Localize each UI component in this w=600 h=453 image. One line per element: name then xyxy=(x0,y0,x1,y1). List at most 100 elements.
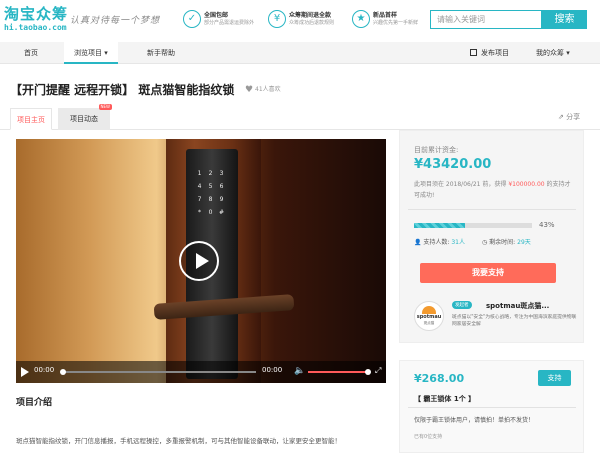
reward-price: ¥268.00 xyxy=(414,372,465,385)
search-button[interactable]: 搜索 xyxy=(542,10,587,29)
funding-panel: 目前累计资金: ¥43420.00 此项目须在 2018/06/21 前，获得 … xyxy=(399,130,584,343)
keypad-key: 4 xyxy=(197,183,202,190)
share-label: 分享 xyxy=(566,113,581,121)
logo-sub-text: hi.taobao.com xyxy=(4,23,67,32)
current-time: 00:00 xyxy=(34,366,55,374)
deadline-prefix: 此项目须在 2018/06/21 前，获得 xyxy=(414,181,507,188)
keypad-key: 6 xyxy=(219,183,224,190)
site-header: 淘宝众筹 hi.taobao.com 认真对待每一个梦想 ✓ 全国包邮 部分产品… xyxy=(0,0,600,40)
feature-desc: 部分产品需退运费除外 xyxy=(204,20,255,26)
main-nav: 首页 浏览项目 ▾ 新手帮助 发布项目 我的众筹 ▾ xyxy=(0,42,600,64)
remaining-count: 29天 xyxy=(517,239,531,246)
feature-desc: 兴趣优先第一手新鲜 xyxy=(373,20,419,26)
tab-project-home[interactable]: 项目主页 xyxy=(10,108,52,130)
heart-icon: ♥ xyxy=(245,85,254,95)
fullscreen-icon[interactable]: ⤢ xyxy=(375,366,381,376)
keypad-key: 2 xyxy=(208,170,213,177)
taobao-zhongchou-logo[interactable]: 淘宝众筹 hi.taobao.com xyxy=(4,6,68,33)
keypad-key: * xyxy=(198,209,201,216)
new-goods-icon: ★ xyxy=(352,10,370,28)
sponsor-desc: 斑点猫以"安全"为核心战略，专注为中国海滨家庭提供物联网家居安全解 xyxy=(452,315,577,327)
sponsor-logo-text: spotmau xyxy=(416,314,442,320)
tab-news-label: 项目动态 xyxy=(70,115,98,123)
reward-supporter-count: 已有0位支持 xyxy=(414,434,443,440)
user-icon: 👤 xyxy=(414,239,422,246)
nav-home[interactable]: 首页 xyxy=(24,42,38,64)
intro-title: 项目介绍 xyxy=(16,398,53,408)
keypad-key: 3 xyxy=(219,170,224,177)
shield-check-icon: ✓ xyxy=(183,10,201,28)
seek-handle[interactable] xyxy=(60,369,66,375)
feature-title: 全国包邮 xyxy=(204,12,229,19)
keypad-key: 9 xyxy=(219,196,224,203)
nav-my-zhongchou[interactable]: 我的众筹 ▾ xyxy=(536,42,570,64)
sponsor-badge: 发起者 xyxy=(452,301,472,309)
volume-icon[interactable]: 🔈 xyxy=(294,366,305,376)
intro-text: 斑点猫智能指纹锁，开门信息播报，手机远程操控，多重报警机制，可与其他智能设备联动… xyxy=(16,437,341,445)
supporters: 👤 支持人数: 31人 xyxy=(414,237,465,246)
tab-project-news[interactable]: 项目动态 NEW xyxy=(58,104,112,130)
raised-label: 目前累计资金: xyxy=(414,146,459,154)
lock-keypad: 1 2 3 4 5 6 7 8 9 * 0 # xyxy=(194,167,230,227)
support-button[interactable]: 我要支持 xyxy=(420,263,556,283)
edit-icon xyxy=(470,49,477,56)
keypad-key: # xyxy=(218,209,225,216)
reward-support-button[interactable]: 支持 xyxy=(538,370,571,386)
nav-publish-label: 发布项目 xyxy=(481,49,509,57)
reward-title: 【 霸王锁体 1个 】 xyxy=(414,395,476,403)
divider xyxy=(408,209,576,210)
feature-title: 新品首样 xyxy=(373,12,398,19)
reward-note: 仅限于霸王锁体用户，请慎拍！单拍不发货！ xyxy=(414,417,535,424)
share-icon: ⇗ xyxy=(558,113,564,121)
search-input[interactable]: 请输入关键词 xyxy=(430,10,542,29)
nav-help[interactable]: 新手帮助 xyxy=(147,42,175,64)
video-controls: 00:00 00:00 🔈 ⤢ xyxy=(16,361,386,383)
sponsor-logo-cn: 斑点猫 xyxy=(423,321,435,325)
nav-publish[interactable]: 发布项目 xyxy=(470,42,509,64)
divider xyxy=(408,407,576,408)
raised-amount: ¥43420.00 xyxy=(414,157,492,172)
feature-title: 众筹期间退全款 xyxy=(289,12,332,19)
share-button[interactable]: ⇗ 分享 xyxy=(558,112,580,122)
play-icon xyxy=(196,253,209,269)
keypad-key: 5 xyxy=(208,183,213,190)
funding-percent: 43% xyxy=(539,221,555,229)
remaining-time: ◷ 剩余时间: 29天 xyxy=(482,237,531,246)
nav-browse-projects[interactable]: 浏览项目 ▾ xyxy=(64,42,118,64)
volume-slider[interactable] xyxy=(308,371,368,373)
sponsor-name[interactable]: spotmau斑点猫... xyxy=(486,301,549,311)
reward-card: ¥268.00 支持 【 霸王锁体 1个 】 仅限于霸王锁体用户，请慎拍！单拍不… xyxy=(399,360,584,453)
slogan: 认真对待每一个梦想 xyxy=(70,16,161,26)
volume-handle[interactable] xyxy=(365,369,371,375)
goal-amount: ¥100000.00 xyxy=(508,181,545,188)
nav-my-label: 我的众筹 xyxy=(536,49,564,57)
deadline-text: 此项目须在 2018/06/21 前，获得 ¥100000.00 的支持才可成功… xyxy=(414,179,576,201)
feature-desc: 众筹成功后退款规则 xyxy=(289,20,335,26)
nav-browse-label: 浏览项目 xyxy=(74,49,102,57)
spotmau-logo-icon xyxy=(422,306,436,314)
keypad-key: 7 xyxy=(197,196,202,203)
new-badge: NEW xyxy=(98,104,112,110)
funding-progress-bar xyxy=(414,223,532,228)
keypad-key: 1 xyxy=(197,170,202,177)
remaining-label: 剩余时间: xyxy=(489,239,516,246)
play-button[interactable] xyxy=(21,367,29,377)
like-button[interactable]: ♥ 41人喜欢 xyxy=(245,84,281,95)
play-overlay-button[interactable] xyxy=(179,241,219,281)
project-title: 【开门提醒 远程开锁】 斑点猫智能指纹锁 xyxy=(10,83,235,97)
clock-icon: ◷ xyxy=(482,239,488,246)
keypad-key: 8 xyxy=(208,196,213,203)
seek-bar[interactable] xyxy=(62,371,256,373)
keypad-key: 0 xyxy=(208,209,213,216)
supporters-count: 31人 xyxy=(451,239,465,246)
logo-main-text: 淘宝众筹 xyxy=(4,5,69,23)
chevron-down-icon: ▾ xyxy=(104,49,108,57)
project-video[interactable]: 1 2 3 4 5 6 7 8 9 * 0 # 00:00 00:00 🔈 ⤢ xyxy=(16,139,386,383)
chevron-down-icon: ▾ xyxy=(566,49,570,57)
total-time: 00:00 xyxy=(262,366,283,374)
project-tabs: 项目主页 项目动态 NEW xyxy=(0,104,600,130)
likes-count: 41人喜欢 xyxy=(255,86,281,93)
refund-icon: ¥ xyxy=(268,10,286,28)
funding-progress-fill xyxy=(414,223,465,228)
sponsor-avatar[interactable]: spotmau 斑点猫 xyxy=(414,301,444,331)
